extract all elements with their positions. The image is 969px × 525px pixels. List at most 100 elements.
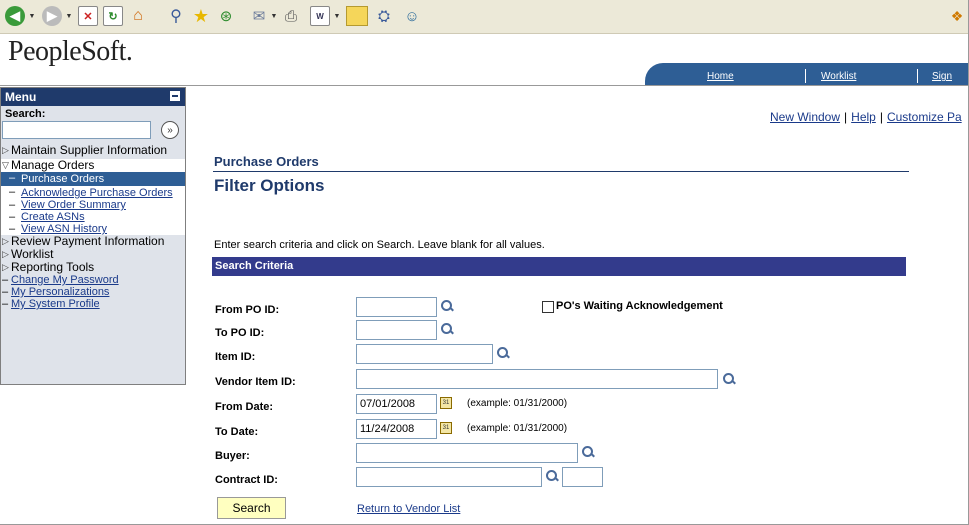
menu-link-label: My System Profile [11, 298, 100, 310]
new-window-link[interactable]: New Window [770, 110, 840, 124]
waiting-ack-checkbox[interactable] [542, 301, 554, 313]
customize-page-link[interactable]: Customize Pa [887, 110, 962, 124]
vendor-item-lookup-icon[interactable] [722, 372, 736, 386]
buyer-lookup-icon[interactable] [581, 445, 595, 459]
buyer-input[interactable] [356, 443, 578, 463]
nav-worklist-link[interactable]: Worklist [821, 71, 856, 82]
peoplesoft-logo: PeopleSoft. [8, 36, 133, 67]
menu-link-system-profile[interactable]: – My System Profile [1, 298, 185, 310]
title-divider [213, 171, 909, 172]
nav-bar: Home Worklist Sign [645, 63, 968, 85]
menu-item-label: Review Payment Information [11, 234, 165, 248]
menu-item-label: Purchase Orders [21, 173, 105, 185]
vendor-item-label: Vendor Item ID: [215, 376, 296, 388]
nav-signout-link[interactable]: Sign [932, 71, 952, 82]
menu-link-change-password[interactable]: – Change My Password [1, 274, 185, 286]
expanded-arrow-icon: ▽ [2, 160, 9, 170]
menu-item-acknowledge-po[interactable]: – Acknowledge Purchase Orders [1, 186, 185, 199]
menu-item-view-order-summary[interactable]: – View Order Summary [1, 199, 185, 211]
menu-title: Menu [5, 90, 37, 104]
menu-panel: Menu Search: » ▷ Maintain Supplier Infor… [0, 87, 186, 385]
home-icon[interactable]: ⌂ [127, 6, 149, 26]
nav-separator [917, 69, 918, 83]
forward-icon[interactable]: ▶ [42, 6, 62, 26]
to-po-label: To PO ID: [215, 327, 265, 339]
to-date-example: (example: 01/31/2000) [467, 423, 568, 434]
browser-toolbar: ◀ ▼ ▶ ▼ ✕ ↻ ⌂ ⚲ ★ ⊛ ✉ ▼ ⎙ W ▼ ⛭ ☺ ❖ [0, 0, 968, 34]
contract-id-lookup-icon[interactable] [545, 469, 559, 483]
nav-home-link[interactable]: Home [707, 71, 734, 82]
contract-id-label: Contract ID: [215, 474, 278, 486]
research-icon[interactable]: ⛭ [373, 6, 395, 26]
stop-icon[interactable]: ✕ [78, 6, 98, 26]
back-icon[interactable]: ◀ [5, 6, 25, 26]
menu-item-label: Worklist [11, 247, 54, 261]
word-edit-icon[interactable]: W [310, 6, 330, 26]
menu-item-label: Manage Orders [11, 158, 95, 172]
messenger-icon[interactable]: ☺ [400, 6, 424, 26]
menu-link-label: My Personalizations [11, 286, 110, 298]
history-icon[interactable]: ⊛ [215, 6, 237, 26]
menu-item-label: Maintain Supplier Information [11, 143, 168, 157]
from-date-input[interactable]: 07/01/2008 [356, 394, 437, 414]
buyer-label: Buyer: [215, 450, 250, 462]
browser-window: ◀ ▼ ▶ ▼ ✕ ↻ ⌂ ⚲ ★ ⊛ ✉ ▼ ⎙ W ▼ ⛭ ☺ ❖ Peop… [0, 0, 969, 525]
to-date-input[interactable]: 11/24/2008 [356, 419, 437, 439]
from-date-calendar-icon[interactable]: 31 [440, 397, 452, 409]
favorites-icon[interactable]: ★ [190, 6, 212, 26]
menu-search-label: Search: [5, 108, 46, 120]
vendor-item-input[interactable] [356, 369, 718, 389]
contract-line-input[interactable] [562, 467, 603, 487]
from-date-example: (example: 01/31/2000) [467, 398, 568, 409]
forward-dropdown-icon[interactable]: ▼ [65, 6, 73, 26]
discuss-icon[interactable] [346, 6, 368, 26]
help-link[interactable]: Help [851, 110, 876, 124]
waiting-ack-label: PO's Waiting Acknowledgement [556, 300, 723, 312]
item-id-lookup-icon[interactable] [496, 346, 510, 360]
mail-icon[interactable]: ✉ [248, 6, 270, 26]
menu-search-input[interactable] [2, 121, 151, 139]
mail-dropdown-icon[interactable]: ▼ [270, 6, 278, 26]
to-date-calendar-icon[interactable]: 31 [440, 422, 452, 434]
return-to-vendor-list-link[interactable]: Return to Vendor List [357, 503, 460, 515]
universal-nav: Home Worklist Sign [645, 63, 968, 85]
collapsed-arrow-icon: ▷ [2, 262, 9, 272]
menu-item-label: Acknowledge Purchase Orders [21, 187, 173, 199]
from-po-lookup-icon[interactable] [440, 299, 454, 313]
menu-search-row: » [1, 120, 185, 142]
print-icon[interactable]: ⎙ [280, 6, 302, 26]
collapsed-arrow-icon: ▷ [2, 145, 9, 155]
menu-link-label: Change My Password [11, 274, 119, 286]
from-po-input[interactable] [356, 297, 437, 317]
menu-link-personalizations[interactable]: – My Personalizations [1, 286, 185, 298]
collapsed-arrow-icon: ▷ [2, 249, 9, 259]
edit-dropdown-icon[interactable]: ▼ [333, 6, 341, 26]
from-date-label: From Date: [215, 401, 274, 413]
page-breadcrumb: Purchase Orders [214, 154, 319, 169]
collapse-icon[interactable] [170, 91, 180, 101]
search-button[interactable]: Search [217, 497, 286, 519]
menu-item-purchase-orders[interactable]: – Purchase Orders [1, 172, 185, 186]
menu-item-reporting-tools[interactable]: ▷ Reporting Tools [1, 261, 185, 274]
menu-item-create-asns[interactable]: – Create ASNs [1, 211, 185, 223]
back-dropdown-icon[interactable]: ▼ [28, 6, 36, 26]
page-title: Filter Options [214, 176, 325, 195]
content-area: New Window | Help | Customize Pa Purchase Or… [187, 86, 968, 524]
to-po-input[interactable] [356, 320, 437, 340]
menu-item-label: View Order Summary [21, 199, 126, 211]
item-id-input[interactable] [356, 344, 493, 364]
contract-id-input[interactable] [356, 467, 542, 487]
search-criteria-header: Search Criteria [212, 257, 906, 276]
refresh-icon[interactable]: ↻ [103, 6, 123, 26]
search-go-icon[interactable]: » [161, 121, 179, 139]
search-browser-icon[interactable]: ⚲ [165, 6, 187, 26]
menu-item-maintain-supplier[interactable]: ▷ Maintain Supplier Information [1, 144, 185, 157]
to-po-lookup-icon[interactable] [440, 322, 454, 336]
item-id-label: Item ID: [215, 351, 256, 363]
menu-item-label: Create ASNs [21, 211, 85, 223]
from-po-label: From PO ID: [215, 304, 280, 316]
menu-item-label: Reporting Tools [11, 260, 95, 274]
nav-separator [805, 69, 806, 83]
instructions-text: Enter search criteria and click on Searc… [214, 239, 545, 251]
menu-item-manage-orders[interactable]: ▽ Manage Orders [1, 159, 185, 172]
